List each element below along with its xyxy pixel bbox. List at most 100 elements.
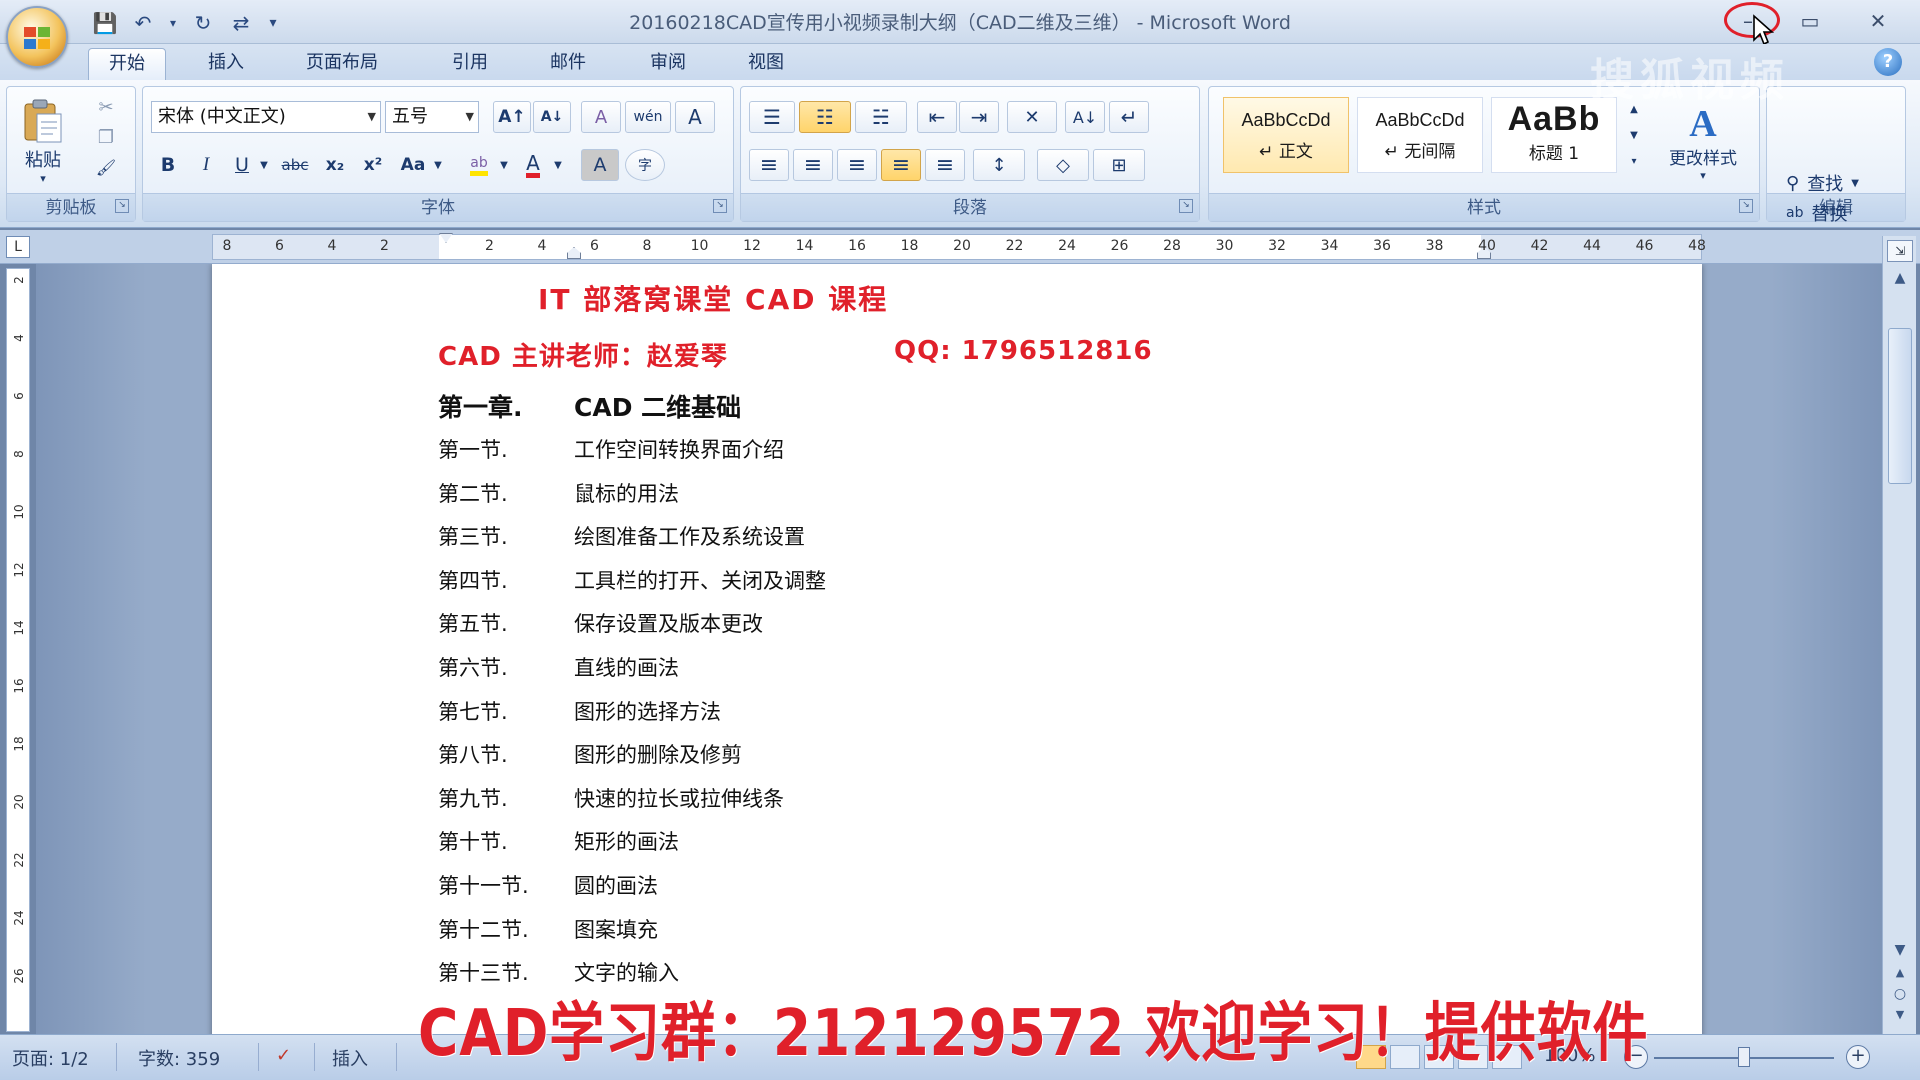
highlight-dropdown-icon[interactable]: ▼: [497, 149, 511, 181]
decrease-indent-button[interactable]: ⇤: [917, 101, 957, 133]
char-shading-button[interactable]: A: [581, 149, 619, 181]
align-right-button[interactable]: ≡: [837, 149, 877, 181]
tab-home[interactable]: 开始: [88, 48, 166, 80]
char-border-button[interactable]: A: [675, 101, 715, 133]
close-button[interactable]: ✕: [1850, 4, 1906, 38]
replace-label: 替换: [1811, 204, 1848, 225]
office-button[interactable]: [6, 6, 68, 68]
tab-insert[interactable]: 插入: [188, 48, 264, 80]
styles-launcher-icon[interactable]: ↘: [1739, 199, 1753, 213]
bold-button[interactable]: B: [151, 149, 185, 181]
copy-icon[interactable]: ❐: [91, 123, 121, 151]
pinyin-guide-button[interactable]: wén: [625, 101, 671, 133]
scroll-down-icon[interactable]: ▼: [1888, 942, 1912, 962]
paragraph-launcher-icon[interactable]: ↘: [1179, 199, 1193, 213]
style-sample: AaBbCcDd: [1375, 110, 1465, 130]
distribute-button[interactable]: ≡: [925, 149, 965, 181]
subscript-button[interactable]: x₂: [317, 149, 353, 181]
underline-button[interactable]: U: [225, 149, 259, 181]
align-center-button[interactable]: ≡: [793, 149, 833, 181]
document-page[interactable]: IT 部落窝课堂 CAD 课程 CAD 主讲老师：赵爱琴 QQ: 1796512…: [212, 264, 1702, 1034]
styles-more-icon[interactable]: ▾: [1625, 149, 1643, 173]
find-button[interactable]: ⚲ 查找 ▼: [1786, 170, 1859, 196]
format-painter-icon[interactable]: 🖌: [91, 153, 121, 181]
scroll-thumb[interactable]: [1888, 328, 1912, 484]
paragraph-group-label: 段落: [741, 193, 1199, 221]
vertical-ruler[interactable]: 2 4 6 8 10 12 14 16 18 20 22 24 26: [6, 268, 30, 1032]
font-size-value: 五号: [392, 106, 428, 127]
clipboard-group: 粘贴 ▾ ✂ ❐ 🖌 剪贴板 ↘: [6, 86, 136, 222]
replace-button[interactable]: ab 替换: [1786, 200, 1847, 226]
highlight-button[interactable]: ab: [461, 149, 497, 181]
justify-button[interactable]: ≡: [881, 149, 921, 181]
line-spacing-button[interactable]: ↕: [973, 149, 1025, 181]
italic-button[interactable]: I: [189, 149, 223, 181]
strikethrough-button[interactable]: abc: [275, 149, 315, 181]
case-dropdown-icon[interactable]: ▼: [431, 149, 445, 181]
underline-dropdown-icon[interactable]: ▼: [257, 149, 271, 181]
vruler-tick-label: 22: [12, 852, 26, 868]
font-color-button[interactable]: A: [515, 149, 551, 181]
page-count[interactable]: 页面: 1/2: [12, 1045, 89, 1071]
vertical-scrollbar[interactable]: ⇲ ▲ ▼ ▲ ○ ▼: [1882, 236, 1916, 1034]
prev-page-icon[interactable]: ▲: [1888, 966, 1912, 986]
align-left-button[interactable]: ≡: [749, 149, 789, 181]
scroll-up-icon[interactable]: ▲: [1888, 270, 1912, 290]
section-item: 第十一节. 圆的画法: [438, 870, 658, 900]
tab-mailings[interactable]: 邮件: [530, 48, 606, 80]
help-icon[interactable]: ?: [1874, 48, 1902, 76]
multilevel-list-button[interactable]: ☵: [855, 101, 907, 133]
next-page-icon[interactable]: ▼: [1888, 1008, 1912, 1028]
font-color-dropdown-icon[interactable]: ▼: [551, 149, 565, 181]
insert-mode[interactable]: 插入: [332, 1045, 368, 1071]
font-size-select[interactable]: 五号 ▼: [385, 101, 479, 133]
maximize-button[interactable]: ▭: [1782, 4, 1838, 38]
chinese-layout-button[interactable]: ✕: [1007, 101, 1057, 133]
change-case-button[interactable]: Aa: [393, 149, 433, 181]
cut-icon[interactable]: ✂: [91, 93, 121, 121]
clipboard-launcher-icon[interactable]: ↘: [115, 199, 129, 213]
horizontal-ruler[interactable]: 8 6 4 2 2 4 6 8 10 12 14 16 18 20 22 24 26 28 30 32 34 36 38 40…: [212, 233, 1706, 260]
vruler-tick-label: 20: [12, 794, 26, 810]
style-name: ↵ 正文: [1259, 142, 1313, 162]
ruler-tick-label: 18: [900, 238, 919, 254]
style-heading-1[interactable]: AaBb 标题 1: [1491, 97, 1617, 173]
show-marks-button[interactable]: ↵: [1109, 101, 1149, 133]
view-ruler-icon[interactable]: ⇲: [1887, 240, 1913, 262]
shrink-font-button[interactable]: A↓: [533, 101, 571, 133]
browse-object-icon[interactable]: ○: [1888, 986, 1912, 1006]
increase-indent-button[interactable]: ⇥: [959, 101, 999, 133]
font-name-select[interactable]: 宋体 (中文正文) ▼: [151, 101, 381, 133]
hanging-indent-marker[interactable]: [567, 247, 581, 259]
numbering-button[interactable]: ☷: [799, 101, 851, 133]
word-count[interactable]: 字数: 359: [138, 1045, 220, 1071]
tab-review[interactable]: 审阅: [630, 48, 706, 80]
tab-selector-button[interactable]: L: [6, 236, 30, 258]
highlight-icon: ab: [470, 155, 488, 176]
tab-view[interactable]: 视图: [728, 48, 804, 80]
superscript-button[interactable]: x²: [355, 149, 391, 181]
tab-references[interactable]: 引用: [432, 48, 508, 80]
zoom-slider-thumb[interactable]: [1738, 1047, 1750, 1067]
style-no-spacing[interactable]: AaBbCcDd ↵ 无间隔: [1357, 97, 1483, 173]
section-number: 第十一节.: [438, 874, 529, 898]
enclose-char-button[interactable]: 字: [625, 149, 665, 181]
paste-button[interactable]: 粘贴 ▾: [15, 91, 71, 191]
shading-button[interactable]: ◇: [1037, 149, 1089, 181]
first-line-indent-marker[interactable]: [439, 233, 453, 243]
bullets-button[interactable]: ☰: [749, 101, 795, 133]
zoom-in-icon[interactable]: +: [1846, 1045, 1870, 1069]
video-overlay-caption: CAD学习群：212129572 欢迎学习！提供软件: [418, 997, 1649, 1071]
tab-page-layout[interactable]: 页面布局: [286, 48, 398, 80]
font-launcher-icon[interactable]: ↘: [713, 199, 727, 213]
sort-button[interactable]: A↓: [1065, 101, 1105, 133]
proofing-icon[interactable]: ✓: [276, 1045, 291, 1066]
styles-scroll-down-icon[interactable]: ▼: [1625, 123, 1643, 147]
borders-button[interactable]: ⊞: [1093, 149, 1145, 181]
clear-format-button[interactable]: A: [581, 101, 621, 133]
change-styles-button[interactable]: A 更改样式 ▾: [1655, 95, 1751, 191]
style-normal[interactable]: AaBbCcDd ↵ 正文: [1223, 97, 1349, 173]
ruler-tick-label: 38: [1425, 238, 1444, 254]
grow-font-button[interactable]: A↑: [493, 101, 531, 133]
paste-dropdown-icon[interactable]: ▾: [40, 172, 46, 185]
